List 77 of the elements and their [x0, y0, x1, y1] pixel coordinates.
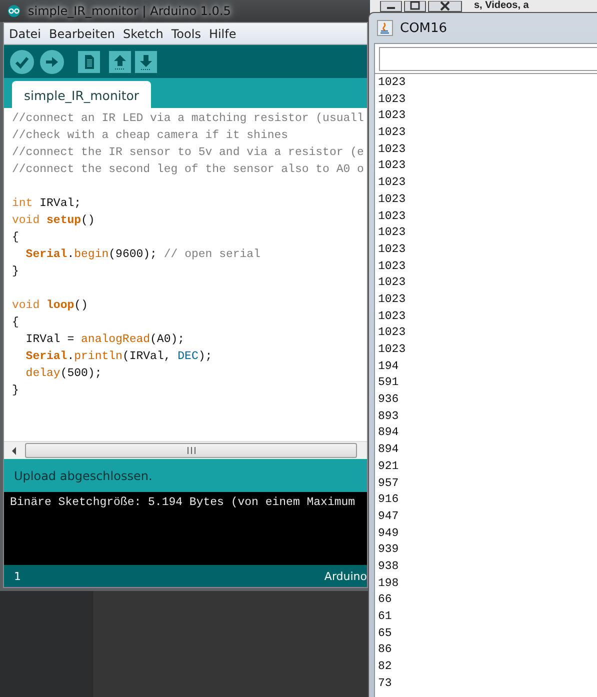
status-message: Upload abgeschlossen. [14, 468, 152, 482]
output-line: 939 [378, 542, 400, 558]
output-line: 194 [378, 358, 400, 375]
output-line: 1023 [378, 108, 407, 124]
output-line: 957 [378, 476, 400, 492]
menu-item[interactable]: Sketch [122, 26, 164, 40]
output-line: 894 [378, 442, 400, 458]
output-line: 61 [378, 609, 393, 625]
output-line: 591 [378, 375, 400, 392]
output-line: 86 [378, 642, 393, 658]
window-title: simple_IR_monitor | Arduino 1.0.5 [28, 4, 231, 18]
output-line: 66 [378, 592, 393, 608]
menu-item[interactable]: Tools [171, 26, 201, 40]
output-line: 947 [378, 508, 400, 525]
output-line: 65 [378, 626, 393, 642]
file-tab[interactable]: simple_IR_monitor [12, 81, 152, 108]
check-icon[interactable] [9, 48, 35, 74]
output-line: 1023 [378, 342, 407, 358]
output-line: 938 [378, 558, 400, 575]
output-line: 1023 [378, 125, 407, 142]
code-line: //check with a cheap camera if it shines [12, 128, 290, 144]
output-line: 1023 [378, 242, 407, 258]
code-line: Serial.begin(9600); // open serial [24, 247, 262, 263]
output-line: 949 [378, 526, 400, 542]
input-field[interactable] [379, 47, 597, 71]
menu-item[interactable]: Hilfe [208, 26, 236, 40]
minimize-icon[interactable] [380, 1, 402, 12]
code-line: delay(500); [24, 366, 103, 382]
grip-icon [186, 447, 196, 454]
code-line: //connect the second leg of the sensor also to A0 o [12, 162, 365, 178]
close-icon[interactable] [428, 1, 462, 12]
code-line: void loop() [12, 298, 89, 314]
code-line: } [12, 264, 20, 280]
coffee-cup-icon [377, 20, 393, 36]
output-line: 1023 [378, 75, 407, 91]
output-line: 73 [378, 676, 393, 692]
window-title: COM16 [400, 20, 448, 36]
console-line: Binäre Sketchgröße: 5.194 Bytes (von einem Maximum [10, 496, 356, 509]
output-line: 1023 [378, 142, 407, 158]
menu-item[interactable]: Bearbeiten [49, 26, 115, 40]
code-line: } [12, 383, 20, 399]
maximize-icon[interactable] [404, 1, 426, 12]
output-line: 1023 [378, 175, 407, 192]
code-line: void setup() [12, 213, 96, 229]
code-line: IRVal = analogRead(A0); [24, 332, 186, 348]
menu-item[interactable]: Datei [9, 26, 42, 40]
scroll-left-icon[interactable] [10, 446, 18, 456]
output-line: 1023 [378, 308, 407, 325]
document-icon[interactable] [78, 50, 100, 72]
output-line: 1023 [378, 225, 407, 242]
output-line: 916 [378, 492, 400, 508]
line-number: 1 [14, 570, 21, 582]
output-line: 1023 [378, 92, 407, 108]
output-line: 894 [378, 425, 400, 442]
output-line: 82 [378, 659, 393, 676]
code-line: Serial.println(IRVal, DEC); [24, 349, 214, 365]
code-line: { [12, 315, 20, 331]
output-line: 921 [378, 458, 400, 475]
code-line: //connect an IR LED via a matching resistor (usuall [12, 111, 365, 127]
code-line: int IRVal; [12, 196, 82, 212]
output-line: 1023 [378, 192, 407, 208]
output-line: 1023 [378, 292, 407, 308]
infinity-logo-icon [6, 5, 22, 17]
output-line: 1023 [378, 275, 407, 292]
code-line: { [12, 230, 20, 246]
output-line: 1023 [378, 325, 407, 342]
horizontal-scrollbar[interactable] [25, 443, 357, 458]
output-line: 198 [378, 576, 400, 592]
output-line: 1023 [378, 258, 407, 275]
output-line: 936 [378, 392, 400, 408]
page-heading: s, Videos, a [474, 0, 529, 11]
output-line: 1023 [378, 208, 407, 224]
board-name: Arduino [324, 570, 367, 582]
code-line: //connect the IR sensor to 5v and via a resistor (e [12, 145, 365, 161]
output-line: 1023 [378, 158, 407, 174]
output-line: 893 [378, 408, 400, 425]
code-editor[interactable] [4, 108, 367, 441]
